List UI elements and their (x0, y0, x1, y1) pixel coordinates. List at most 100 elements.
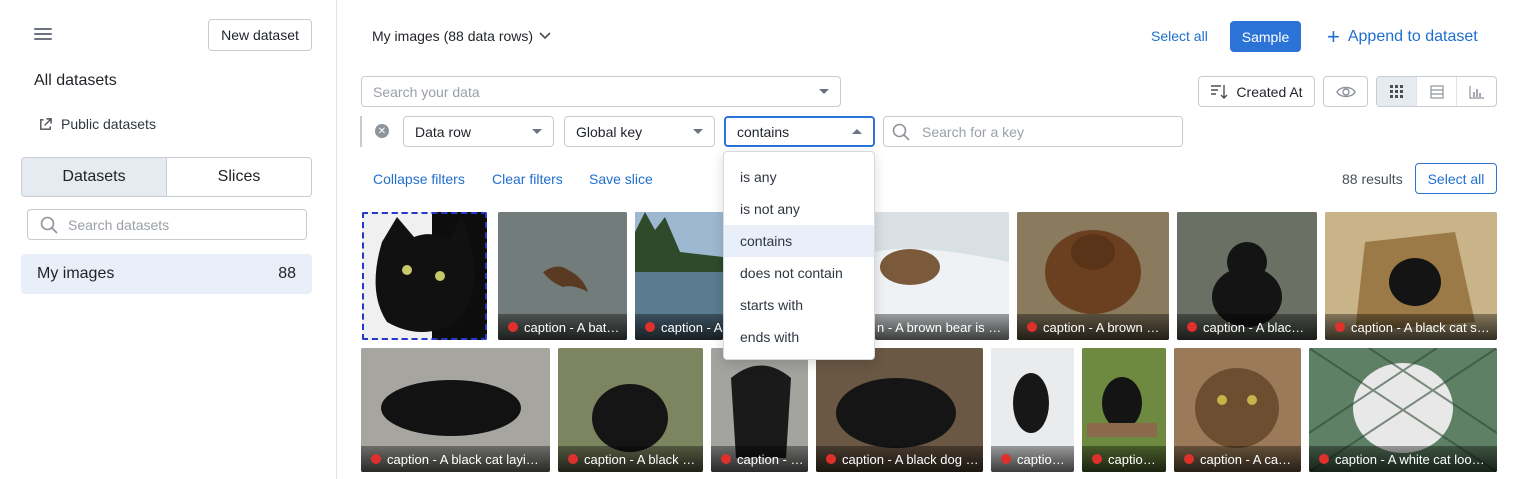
menu-item-ends-with[interactable]: ends with (724, 321, 874, 353)
image-tile[interactable]: caption - A black cat s… (1325, 212, 1497, 340)
sort-button[interactable]: Created At (1198, 76, 1315, 107)
caret-down-icon (532, 129, 542, 134)
tab-slices[interactable]: Slices (167, 158, 311, 196)
external-link-icon (40, 117, 52, 130)
plus-icon: + (1327, 24, 1340, 49)
image-tile[interactable]: caption - A blac… (1177, 212, 1317, 340)
sidebar-item-my-images[interactable]: My images 88 (21, 254, 312, 294)
status-dot (1319, 454, 1329, 464)
filter-attribute-select[interactable]: Global key (564, 116, 715, 147)
operator-dropdown-menu: is any is not any contains does not cont… (723, 151, 875, 360)
status-dot (1027, 322, 1037, 332)
chevron-down-icon (539, 32, 551, 40)
dataset-title-dropdown[interactable]: My images (88 data rows) (372, 28, 551, 44)
image-tile[interactable]: caption - A bat… (498, 212, 627, 340)
caption-text: captio… (1108, 451, 1156, 467)
search-data-input[interactable]: Search your data (361, 76, 841, 107)
image-tile[interactable]: caption - A brown … (1017, 212, 1169, 340)
sidebar: New dataset All datasets Public datasets… (0, 0, 337, 479)
filter-attribute-value: Global key (576, 123, 643, 140)
image-tile[interactable]: caption - A black cat layi… (361, 348, 550, 472)
image-tile[interactable]: captio… (1082, 348, 1166, 472)
search-icon (40, 216, 58, 234)
public-datasets-link[interactable]: Public datasets (38, 116, 156, 132)
eye-icon (1335, 86, 1356, 97)
view-mode-toggle (1376, 76, 1497, 107)
image-caption: caption - A blac… (1177, 314, 1317, 340)
status-dot (1092, 454, 1102, 464)
key-search-placeholder: Search for a key (922, 123, 1024, 140)
filter-field-value: Data row (415, 123, 472, 140)
caption-text: caption - A white cat loo… (1335, 451, 1485, 467)
image-tile[interactable]: caption - A white cat loo… (1309, 348, 1497, 472)
status-dot (826, 454, 836, 464)
status-dot (1001, 454, 1011, 464)
caret-down-icon (693, 129, 703, 134)
filter-field-select[interactable]: Data row (403, 116, 554, 147)
caption-text: caption - A blac… (1203, 319, 1305, 335)
sort-label: Created At (1236, 83, 1303, 100)
save-slice-link[interactable]: Save slice (589, 171, 653, 187)
image-caption: n - A brown bear is … (875, 314, 1009, 340)
menu-item-starts-with[interactable]: starts with (724, 289, 874, 321)
search-data-placeholder: Search your data (373, 83, 480, 100)
image-tile[interactable] (362, 212, 487, 340)
image-tile[interactable]: caption - A … (635, 212, 723, 340)
search-datasets-input[interactable]: Search datasets (27, 209, 307, 240)
visibility-button[interactable] (1323, 76, 1368, 107)
list-view-button[interactable] (1416, 77, 1457, 106)
collapse-filters-link[interactable]: Collapse filters (373, 171, 465, 187)
append-to-dataset-button[interactable]: + Append to dataset (1327, 26, 1478, 48)
select-all-link[interactable]: Select all (1151, 28, 1208, 44)
image-tile[interactable]: n - A brown bear is … (875, 212, 1009, 340)
image-caption: captio… (991, 446, 1074, 472)
filter-operator-select[interactable]: contains (724, 116, 875, 147)
image-caption: caption - A white cat loo… (1309, 446, 1497, 472)
status-dot (1335, 322, 1345, 332)
dataset-name: My images (37, 265, 115, 282)
image-caption: caption - A black … (558, 446, 703, 472)
image-tile[interactable]: caption - A ca… (1174, 348, 1301, 472)
dataset-count: 88 (278, 265, 296, 282)
search-icon (892, 123, 910, 141)
filter-divider (360, 116, 362, 147)
image-tile[interactable]: caption - … (711, 348, 808, 472)
status-dot (721, 454, 731, 464)
tab-datasets[interactable]: Datasets (22, 158, 167, 196)
sample-button[interactable]: Sample (1230, 21, 1301, 52)
menu-item-is-not-any[interactable]: is not any (724, 193, 874, 225)
image-caption: caption - A bat… (498, 314, 627, 340)
key-search-input[interactable]: Search for a key (883, 116, 1183, 147)
caption-text: n - A brown bear is … (877, 319, 1002, 335)
select-all-button[interactable]: Select all (1415, 163, 1497, 194)
list-icon (1429, 84, 1444, 99)
image-caption: caption - A ca… (1174, 446, 1301, 472)
search-datasets-placeholder: Search datasets (68, 216, 170, 233)
clear-filters-link[interactable]: Clear filters (492, 171, 563, 187)
status-dot (508, 322, 518, 332)
black-cat-thumbnail (362, 212, 487, 340)
caption-text: caption - A black cat s… (1351, 319, 1490, 335)
status-dot (1187, 322, 1197, 332)
bar-chart-icon (1468, 85, 1484, 99)
caption-text: caption - A black dog … (842, 451, 979, 467)
menu-item-is-any[interactable]: is any (724, 161, 874, 193)
menu-icon[interactable] (34, 28, 52, 42)
new-dataset-button[interactable]: New dataset (208, 19, 312, 51)
caption-text: caption - A black cat layi… (387, 451, 539, 467)
image-tile[interactable]: caption - A black dog … (816, 348, 983, 472)
menu-item-contains[interactable]: contains (724, 225, 874, 257)
status-dot (1184, 454, 1194, 464)
image-tile[interactable]: captio… (991, 348, 1074, 472)
datasets-slices-toggle: Datasets Slices (21, 157, 312, 197)
grid-view-button[interactable] (1377, 77, 1416, 106)
sort-icon (1211, 84, 1228, 99)
menu-item-does-not-contain[interactable]: does not contain (724, 257, 874, 289)
image-tile[interactable]: caption - A black … (558, 348, 703, 472)
caption-text: caption - A brown … (1043, 319, 1160, 335)
chart-view-button[interactable] (1457, 77, 1496, 106)
filter-operator-value: contains (737, 123, 790, 140)
remove-filter-icon[interactable]: ✕ (375, 124, 389, 138)
caption-text: caption - A ca… (1200, 451, 1292, 467)
caption-text: caption - A … (661, 319, 723, 335)
